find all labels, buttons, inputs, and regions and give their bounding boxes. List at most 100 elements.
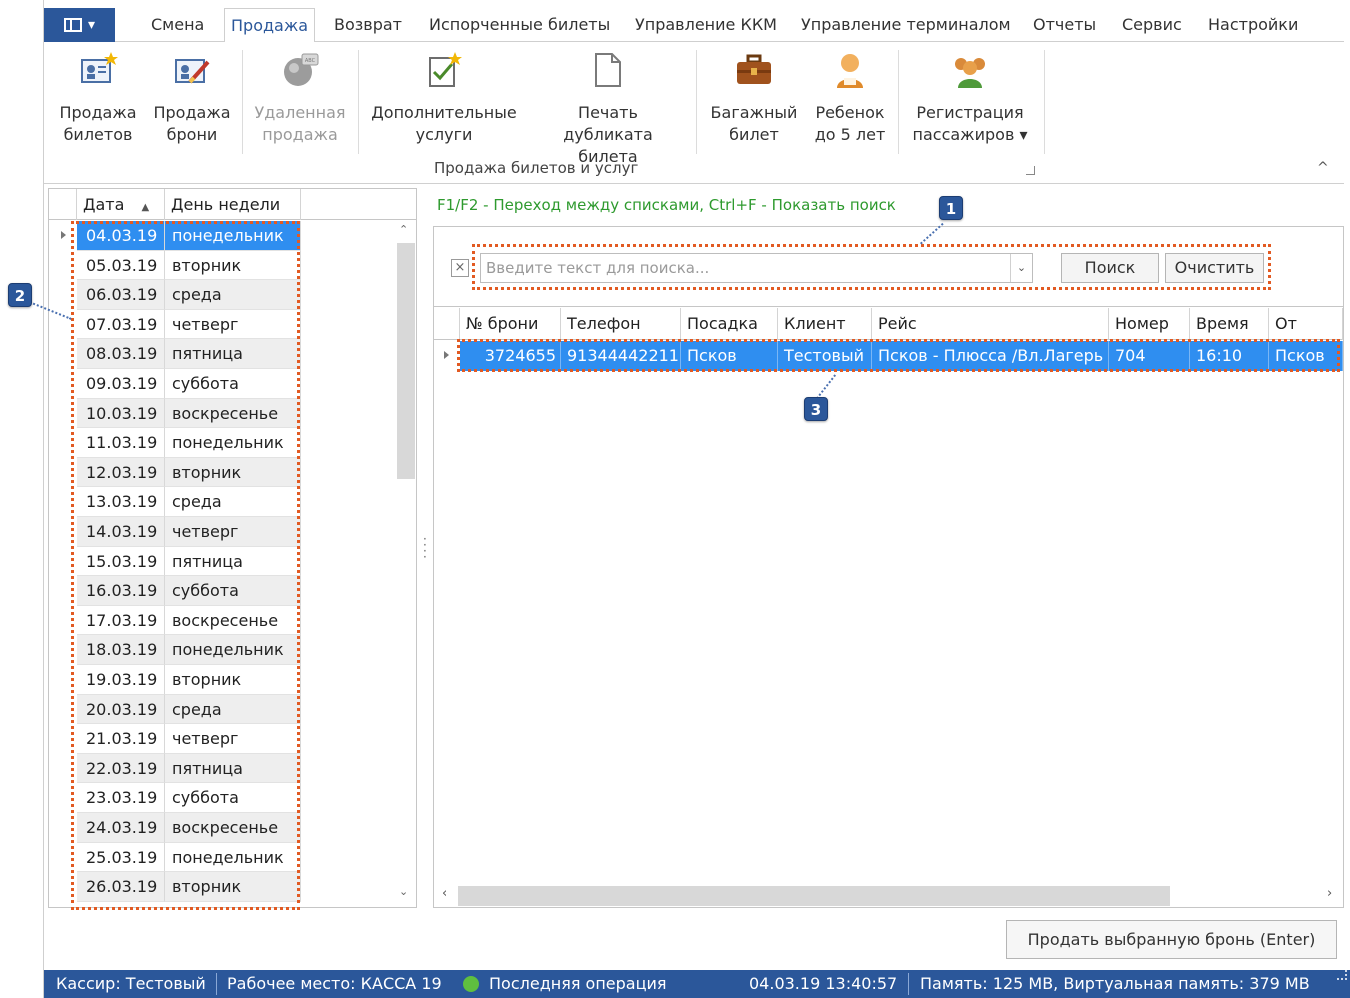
splitter-handle[interactable]: · · · · — [423, 533, 427, 563]
column-header[interactable]: № брони — [460, 308, 561, 340]
extra-services-label-1: Дополнительные — [371, 103, 517, 122]
reservations-header: № брони Телефон Посадка Клиент Рейс Номер Врем… — [434, 308, 1343, 340]
child-icon — [837, 54, 863, 88]
date-list-scrollbar[interactable]: ⌃ ⌄ — [394, 221, 416, 907]
scroll-left-icon[interactable]: ‹ — [442, 886, 447, 901]
success-check-icon — [463, 976, 479, 992]
child-label-2: до 5 лет — [814, 125, 886, 144]
ribbon-separator — [1044, 50, 1045, 154]
tab-sale[interactable]: Продажа — [224, 8, 316, 43]
column-weekday-header[interactable]: День недели — [165, 189, 301, 220]
status-bar: Кассир: Тестовый Рабочее место: КАССА 19… — [44, 970, 1350, 998]
column-header[interactable]: Рейс — [872, 308, 1109, 340]
column-header[interactable]: Номер — [1109, 308, 1190, 340]
horizontal-scrollbar[interactable]: ‹ › — [434, 883, 1343, 907]
status-separator — [908, 973, 909, 995]
print-duplicate-icon — [595, 53, 621, 87]
luggage-label-2: билет — [729, 125, 779, 144]
passengers-icon — [955, 58, 985, 88]
date-header-label: Дата — [83, 195, 125, 214]
annotation-box-date-list — [71, 221, 300, 910]
status-separator — [216, 973, 217, 995]
app-menu-icon — [63, 18, 82, 32]
scrollbar-thumb[interactable] — [397, 243, 415, 479]
extra-services-label-2: услуги — [415, 125, 473, 144]
scroll-up-icon[interactable]: ⌃ — [399, 223, 408, 236]
luggage-label-1: Багажный — [710, 103, 798, 122]
passenger-registration-button[interactable]: Регистрация пассажиров ▾ — [908, 42, 1032, 146]
column-header[interactable]: От — [1269, 308, 1343, 340]
sell-reservation-submit-button[interactable]: Продать выбранную бронь (Enter) — [1006, 920, 1337, 959]
annotation-marker-1: 1 — [939, 196, 963, 220]
sell-reservation-button[interactable]: Продажа брони — [152, 42, 232, 146]
annotation-box-search — [472, 244, 1271, 290]
remote-sale-label-1: Удаленная — [254, 103, 346, 122]
ribbon-separator — [242, 50, 243, 154]
luggage-ticket-button[interactable]: Багажный билет — [708, 42, 800, 146]
sell-tickets-label-2: билетов — [63, 125, 133, 144]
tab-spoiled-tickets[interactable]: Испорченные билеты — [423, 8, 616, 42]
date-list-header: Дата ▲ День недели — [49, 189, 416, 220]
sell-reservation-label-1: Продажа — [153, 103, 231, 122]
print-duplicate-button[interactable]: Печать дубликата билета — [532, 42, 684, 168]
workplace-status: Рабочее место: КАССА 19 — [227, 974, 442, 993]
sell-reservation-label-2: брони — [166, 125, 218, 144]
app-menu-button[interactable]: ▾ — [44, 8, 115, 42]
column-header[interactable]: Посадка — [681, 308, 778, 340]
close-search-icon[interactable]: × — [451, 259, 469, 277]
scroll-right-icon[interactable]: › — [1327, 886, 1332, 901]
column-date-header[interactable]: Дата ▲ — [77, 189, 165, 220]
tab-settings[interactable]: Настройки — [1202, 8, 1304, 42]
header-indicator — [434, 308, 460, 340]
cashier-status: Кассир: Тестовый — [56, 974, 206, 993]
ticket-sale-icon — [81, 52, 118, 83]
sort-ascending-icon: ▲ — [141, 202, 150, 213]
hscroll-thumb[interactable] — [458, 886, 1170, 906]
tab-return[interactable]: Возврат — [328, 8, 408, 42]
header-indicator — [49, 189, 77, 220]
group-launcher-icon[interactable] — [1026, 166, 1035, 175]
passenger-registration-label-2: пассажиров ▾ — [912, 125, 1028, 144]
column-header[interactable]: Время — [1190, 308, 1269, 340]
chevron-down-icon: ▾ — [87, 17, 96, 33]
memory-status: Память: 125 MB, Виртуальная память: 379 … — [920, 974, 1310, 993]
keyboard-hint: F1/F2 - Переход между списками, Ctrl+F -… — [437, 196, 896, 214]
column-header[interactable]: Клиент — [778, 308, 872, 340]
annotation-marker-3: 3 — [804, 397, 828, 421]
tab-service[interactable]: Сервис — [1116, 8, 1188, 42]
tab-reports[interactable]: Отчеты — [1027, 8, 1102, 42]
datetime-status: 04.03.19 13:40:57 — [749, 974, 898, 993]
ribbon-separator — [358, 50, 359, 154]
ribbon-tab-bar: ▾ Смена Продажа Возврат Испорченные биле… — [44, 8, 1344, 43]
remote-sale-label-2: продажа — [262, 125, 338, 144]
sell-tickets-label-1: Продажа — [59, 103, 137, 122]
luggage-icon — [737, 54, 771, 84]
remote-sale-button[interactable]: ABC Удаленная продажа — [252, 42, 348, 146]
annotation-box-row — [457, 339, 1340, 372]
tab-terminal[interactable]: Управление терминалом — [795, 8, 1017, 42]
svg-text:ABC: ABC — [305, 58, 316, 64]
extra-services-button[interactable]: Дополнительные услуги — [370, 42, 518, 146]
reservation-panel: × Введите текст для поиска... ⌄ Поиск Оч… — [433, 226, 1344, 908]
reservation-sale-icon — [175, 59, 210, 84]
annotation-marker-2: 2 — [8, 283, 32, 307]
current-row-icon — [61, 231, 66, 239]
extra-services-icon — [429, 52, 462, 87]
column-header[interactable]: Телефон — [561, 308, 681, 340]
ribbon-group-label: Продажа билетов и услуг — [434, 159, 639, 177]
print-duplicate-label-1: Печать дубликата — [563, 103, 653, 144]
child-label-1: Ребенок — [815, 103, 885, 122]
scroll-down-icon[interactable]: ⌄ — [399, 885, 408, 898]
last-operation-status: Последняя операция — [489, 974, 667, 993]
ribbon-separator — [696, 50, 697, 154]
collapse-ribbon-icon[interactable]: ^ — [1317, 160, 1329, 176]
child-ticket-button[interactable]: Ребенок до 5 лет — [810, 42, 890, 146]
resize-grip-icon[interactable] — [1337, 970, 1347, 980]
sell-tickets-button[interactable]: Продажа билетов — [58, 42, 138, 146]
remote-sale-icon: ABC — [284, 53, 319, 86]
tab-shift[interactable]: Смена — [145, 8, 210, 42]
ribbon-panel: Продажа билетов Продажа брони ABC Удален… — [44, 42, 1344, 184]
tab-kkm[interactable]: Управление ККМ — [629, 8, 783, 42]
passenger-registration-label-1: Регистрация — [916, 103, 1024, 122]
current-row-icon — [444, 351, 449, 359]
